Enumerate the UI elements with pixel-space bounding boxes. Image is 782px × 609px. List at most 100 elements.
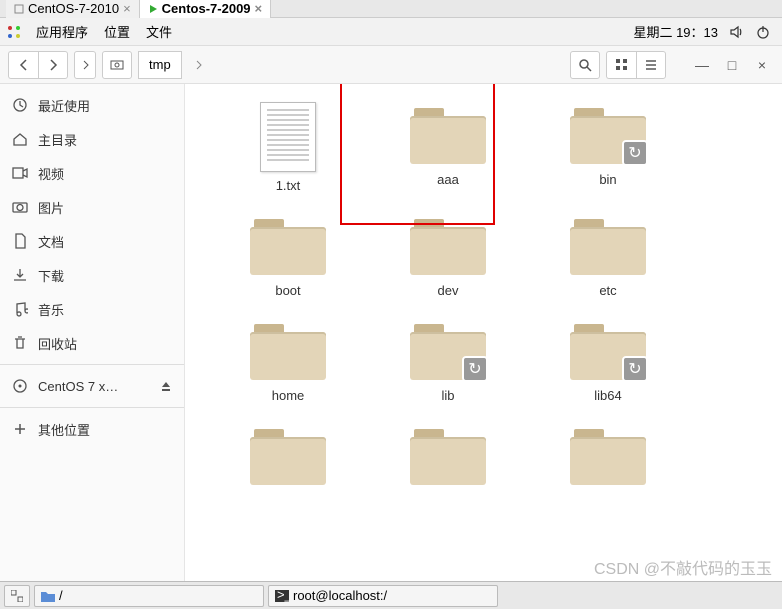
maximize-button[interactable]: □ [720, 53, 744, 77]
file-label: dev [438, 283, 459, 298]
view-group [606, 51, 666, 79]
sidebar-item-6[interactable]: 音乐 [0, 292, 184, 326]
path-next-button[interactable] [188, 51, 210, 79]
folder-icon [408, 213, 488, 277]
file-grid: 1.txtaaa↻binbootdevetchome↻lib↻lib64 [213, 102, 754, 493]
file-item[interactable] [533, 423, 683, 493]
search-button[interactable] [570, 51, 600, 79]
sidebar-item-label: 音乐 [38, 300, 64, 319]
folder-icon [248, 213, 328, 277]
document-icon [260, 102, 316, 172]
file-label: 1.txt [276, 178, 301, 193]
file-label: lib64 [594, 388, 621, 403]
file-item[interactable]: dev [373, 213, 523, 298]
apps-logo-icon [6, 24, 22, 40]
sidebar-item-9[interactable]: 其他位置 [0, 412, 184, 446]
file-item[interactable]: etc [533, 213, 683, 298]
symlink-badge-icon: ↻ [462, 356, 488, 382]
taskbar-files-label: / [59, 588, 63, 603]
sidebar-item-label: 视频 [38, 164, 64, 183]
nav-group [8, 51, 68, 79]
sidebar-item-0[interactable]: 最近使用 [0, 88, 184, 122]
path-segment[interactable]: tmp [138, 51, 182, 79]
vm-tab-label: CentOS-7-2010 [28, 1, 119, 16]
file-item[interactable]: 1.txt [213, 102, 363, 193]
sidebar-item-4[interactable]: 文档 [0, 224, 184, 258]
symlink-badge-icon: ↻ [622, 140, 648, 166]
folder-icon [408, 423, 488, 487]
forward-button[interactable] [38, 51, 68, 79]
sidebar-item-label: CentOS 7 x… [38, 379, 118, 394]
sidebar-item-label: 回收站 [38, 334, 77, 353]
file-label: etc [599, 283, 616, 298]
power-icon[interactable] [750, 25, 776, 39]
svg-text:>_: >_ [277, 590, 289, 602]
sidebar-item-label: 主目录 [38, 130, 77, 149]
path-disk-button[interactable] [102, 51, 132, 79]
file-label: bin [599, 172, 616, 187]
sidebar-item-2[interactable]: 视频 [0, 156, 184, 190]
menu-files[interactable]: 文件 [138, 22, 180, 41]
sidebar-item-label: 最近使用 [38, 96, 90, 115]
back-button[interactable] [8, 51, 38, 79]
vm-tab-1[interactable]: CentOS-7-2010 × [6, 0, 140, 18]
taskbar-files-button[interactable]: / [34, 585, 264, 607]
symlink-badge-icon: ↻ [622, 356, 648, 382]
folder-icon [41, 590, 55, 602]
file-item[interactable] [213, 423, 363, 493]
folder-icon [568, 423, 648, 487]
gnome-menubar: 应用程序 位置 文件 星期二 19：13 [0, 18, 782, 46]
close-button[interactable]: × [750, 53, 774, 77]
clock-icon [12, 97, 28, 113]
icon-view-button[interactable] [606, 51, 636, 79]
menu-button[interactable] [636, 51, 666, 79]
sidebar-item-label: 图片 [38, 198, 64, 217]
file-item[interactable] [373, 423, 523, 493]
path-root-button[interactable] [74, 51, 96, 79]
taskbar-workspace-button[interactable] [4, 585, 30, 607]
folder-icon [408, 102, 488, 166]
clock[interactable]: 星期二 19：13 [633, 22, 718, 41]
trash-icon [12, 335, 28, 351]
file-grid-area[interactable]: 1.txtaaa↻binbootdevetchome↻lib↻lib64 [185, 84, 782, 581]
folder-icon [248, 423, 328, 487]
menu-places[interactable]: 位置 [96, 22, 138, 41]
vm-tab-label: Centos-7-2009 [162, 1, 251, 16]
sidebar-item-3[interactable]: 图片 [0, 190, 184, 224]
file-item[interactable]: home [213, 318, 363, 403]
sidebar-item-5[interactable]: 下载 [0, 258, 184, 292]
file-item[interactable]: aaa [373, 102, 523, 193]
disc-icon [12, 378, 28, 394]
terminal-icon: >_ [275, 590, 289, 602]
volume-icon[interactable] [724, 25, 750, 39]
file-item[interactable]: boot [213, 213, 363, 298]
minimize-button[interactable]: — [690, 53, 714, 77]
taskbar: / >_ root@localhost:/ [0, 581, 782, 609]
sidebar-item-8[interactable]: CentOS 7 x… [0, 369, 184, 403]
video-icon [12, 165, 28, 181]
taskbar-terminal-button[interactable]: >_ root@localhost:/ [268, 585, 498, 607]
play-icon [148, 4, 158, 14]
files-toolbar: tmp — □ × [0, 46, 782, 84]
close-icon[interactable]: × [123, 1, 131, 16]
download-icon [12, 267, 28, 283]
file-item[interactable]: ↻lib [373, 318, 523, 403]
sidebar-item-1[interactable]: 主目录 [0, 122, 184, 156]
vm-tabs: CentOS-7-2010 × Centos-7-2009 × [0, 0, 782, 18]
sidebar-item-7[interactable]: 回收站 [0, 326, 184, 360]
file-item[interactable]: ↻ bin [533, 102, 683, 193]
main-area: 最近使用主目录视频图片文档下载音乐回收站 CentOS 7 x… 其他位置 1.tx… [0, 84, 782, 581]
vm-tab-2[interactable]: Centos-7-2009 × [140, 0, 271, 18]
tab-icon [14, 4, 24, 14]
folder-icon [568, 213, 648, 277]
eject-icon[interactable] [160, 380, 172, 392]
folder-icon: ↻ [568, 102, 648, 166]
sidebar-item-label: 下载 [38, 266, 64, 285]
close-icon[interactable]: × [255, 1, 263, 16]
music-icon [12, 301, 28, 317]
folder-icon: ↻ [568, 318, 648, 382]
menu-applications[interactable]: 应用程序 [28, 22, 96, 41]
sidebar-item-label: 其他位置 [38, 420, 90, 439]
camera-icon [12, 199, 28, 215]
file-item[interactable]: ↻lib64 [533, 318, 683, 403]
